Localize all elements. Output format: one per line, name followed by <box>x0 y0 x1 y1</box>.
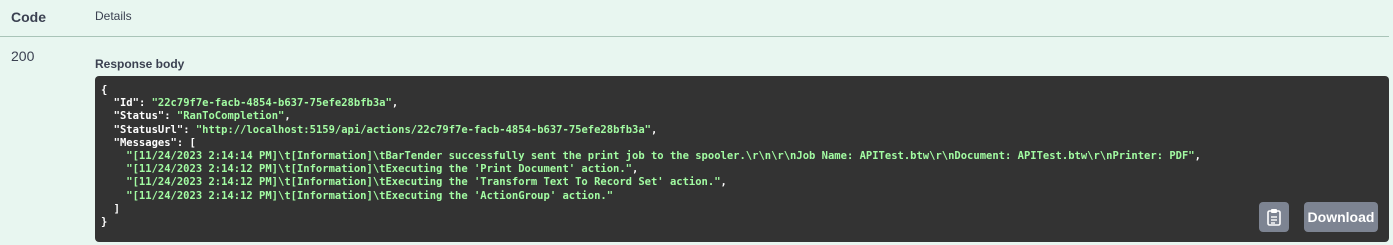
code-token: "StatusUrl" <box>101 123 184 136</box>
code-line: "Messages": [ <box>101 137 1383 150</box>
response-body-code[interactable]: { "Id": "22c79f7e-facb-4854-b637-75efe28… <box>95 76 1389 242</box>
code-line: { <box>101 84 1383 97</box>
code-token: , <box>391 97 399 110</box>
code-token: : <box>164 110 177 123</box>
code-line: "StatusUrl": "http://localhost:5159/api/… <box>101 124 1383 137</box>
code-token: "Id" <box>101 97 139 110</box>
code-token: : [ <box>176 136 196 149</box>
download-button[interactable]: Download <box>1304 202 1378 232</box>
clipboard-icon <box>1267 209 1281 226</box>
code-line: "Id": "22c79f7e-facb-4854-b637-75efe28bf… <box>101 97 1383 110</box>
response-status-code: 200 <box>11 48 35 64</box>
code-token: ] <box>101 202 120 215</box>
code-line: "[11/24/2023 2:14:12 PM]\t[Information]\… <box>101 163 1383 176</box>
code-token: { <box>101 84 108 96</box>
code-line: } <box>101 216 1383 229</box>
code-token: "[11/24/2023 2:14:14 PM]\t[Information]\… <box>101 149 1195 162</box>
code-token: "http://localhost:5159/api/actions/22c79… <box>195 123 651 136</box>
code-line: "[11/24/2023 2:14:12 PM]\t[Information]\… <box>101 190 1383 203</box>
code-line: ] <box>101 203 1383 216</box>
code-token: "RanToCompletion" <box>176 110 285 123</box>
response-body-label: Response body <box>95 57 185 71</box>
code-token: "22c79f7e-facb-4854-b637-75efe28bfb3a" <box>151 97 392 110</box>
code-token: , <box>1194 149 1201 162</box>
responses-panel: Code Details 200 Response body { "Id": "… <box>0 0 1393 245</box>
code-token: , <box>284 110 291 123</box>
copy-to-clipboard-button[interactable] <box>1259 202 1289 232</box>
code-token: } <box>101 215 108 228</box>
code-token: "[11/24/2023 2:14:12 PM]\t[Information]\… <box>101 176 721 189</box>
code-token: , <box>651 123 658 136</box>
code-token: "Messages" <box>101 136 177 149</box>
code-token: "[11/24/2023 2:14:12 PM]\t[Information]\… <box>101 189 614 202</box>
code-token: "[11/24/2023 2:14:12 PM]\t[Information]\… <box>101 163 633 176</box>
code-line: "[11/24/2023 2:14:12 PM]\t[Information]\… <box>101 176 1383 189</box>
code-token: : <box>183 123 196 136</box>
code-token: , <box>632 163 639 176</box>
code-token: , <box>720 176 727 189</box>
code-token: : <box>138 97 152 110</box>
responses-table-header: Code Details <box>0 0 1389 37</box>
code-line: "[11/24/2023 2:14:14 PM]\t[Information]\… <box>101 150 1383 163</box>
code-token: "Status" <box>101 110 165 123</box>
code-line: "Status": "RanToCompletion", <box>101 110 1383 123</box>
code-column-header: Code <box>11 9 46 25</box>
details-column-header: Details <box>95 9 132 23</box>
